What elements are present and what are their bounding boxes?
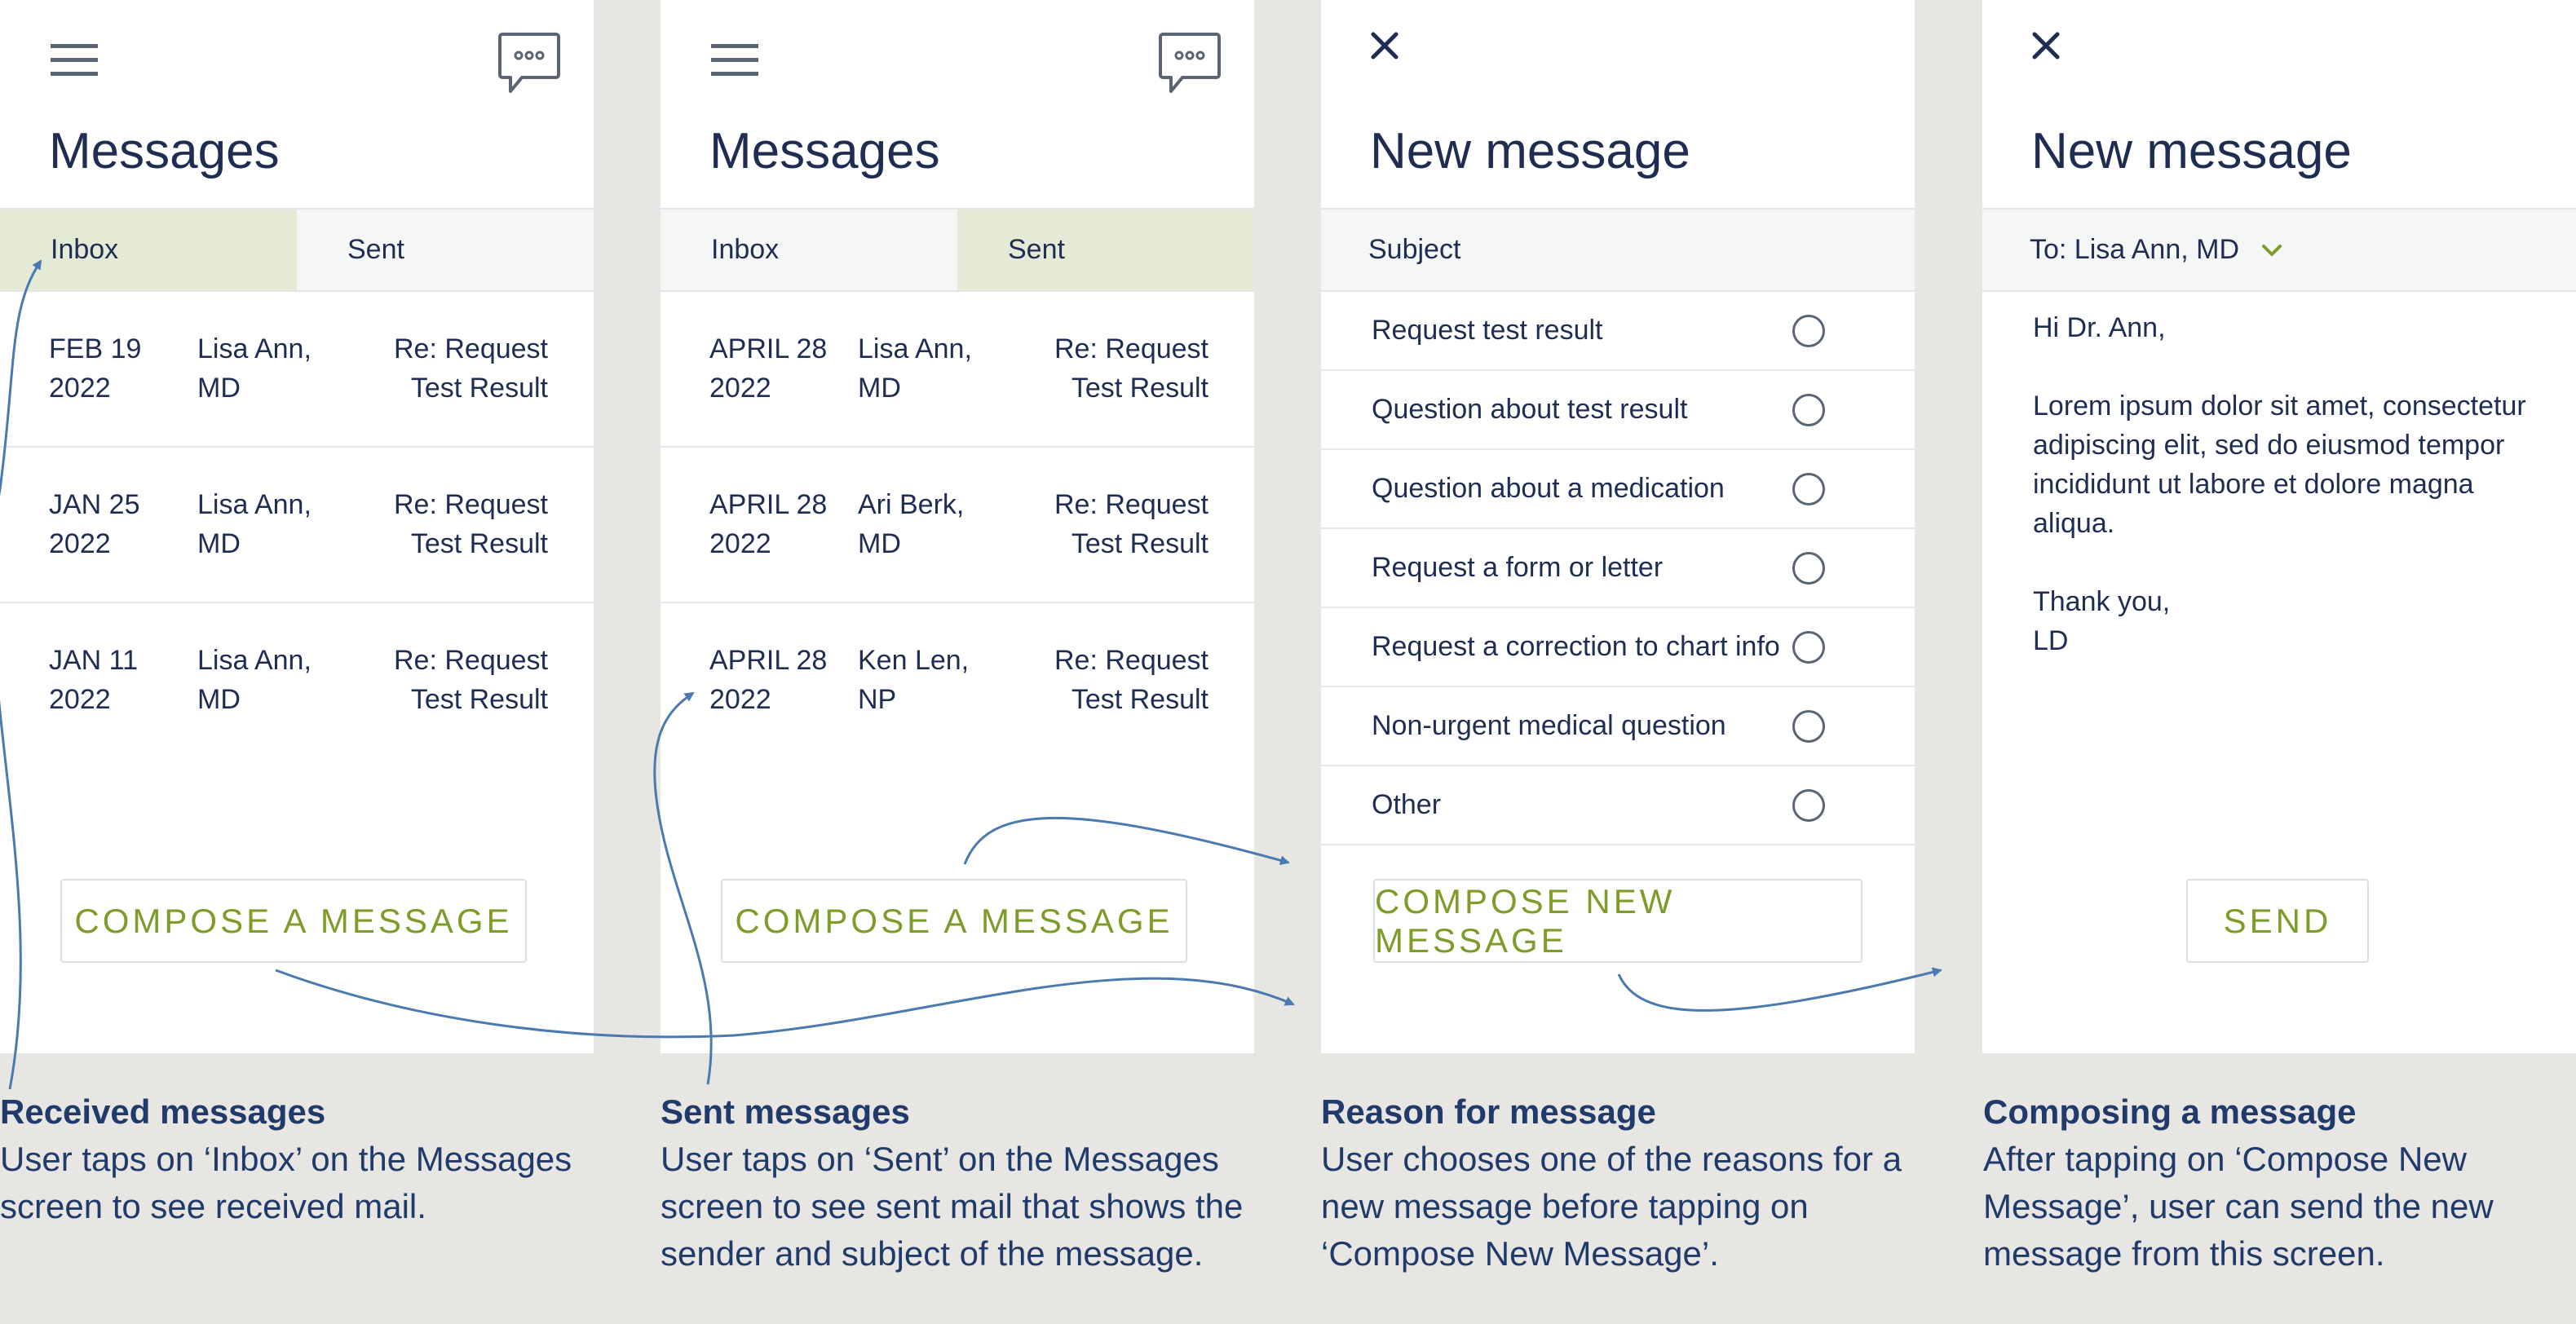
- caption-reason-for-message: Reason for message User chooses one of t…: [1321, 1088, 1908, 1278]
- message-list: FEB 19 2022 Lisa Ann, MD Re: Request Tes…: [0, 292, 594, 759]
- message-subject: Re: Request Test Result: [394, 489, 548, 559]
- hamburger-menu-icon[interactable]: [711, 41, 758, 80]
- message-date: APRIL 28 2022: [709, 333, 828, 404]
- message-row[interactable]: JAN 25 2022 Lisa Ann, MD Re: Request Tes…: [0, 448, 594, 603]
- page-title: New message: [1370, 123, 1690, 179]
- reason-option[interactable]: Other: [1321, 766, 1915, 845]
- tab-inbox[interactable]: Inbox: [0, 210, 297, 290]
- caption-text: User taps on ‘Sent’ on the Messages scre…: [661, 1140, 1244, 1273]
- screen-sent: Messages Inbox Sent APRIL 28 2022 Lisa A…: [661, 0, 1254, 1053]
- subject-header: Subject: [1321, 208, 1915, 292]
- message-subject: Re: Request Test Result: [1054, 333, 1208, 404]
- top-bar: Messages: [661, 0, 1254, 204]
- reason-label: Other: [1372, 789, 1442, 820]
- message-subject: Re: Request Test Result: [394, 333, 548, 404]
- reason-label: Request test result: [1372, 315, 1603, 346]
- compose-new-message-button[interactable]: COMPOSE NEW MESSAGE: [1373, 879, 1862, 963]
- message-date: APRIL 28 2022: [709, 645, 828, 715]
- radio-icon[interactable]: [1792, 473, 1825, 505]
- page-title: Messages: [709, 123, 940, 179]
- close-icon[interactable]: [1368, 29, 1401, 62]
- screen-inbox: Messages Inbox Sent FEB 19 2022 Lisa Ann…: [0, 0, 594, 1053]
- radio-icon[interactable]: [1792, 710, 1825, 743]
- message-date: APRIL 28 2022: [709, 489, 828, 559]
- tab-sent[interactable]: Sent: [297, 210, 594, 290]
- message-tabs: Inbox Sent: [661, 208, 1254, 292]
- message-recipient: Ari Berk, MD: [858, 489, 965, 559]
- caption-received-messages: Received messages User taps on ‘Inbox’ o…: [0, 1088, 587, 1230]
- message-recipient: Lisa Ann, MD: [858, 333, 972, 404]
- top-bar: New message: [1321, 0, 1915, 204]
- chevron-down-icon[interactable]: [2260, 242, 2283, 258]
- top-bar: New message: [1982, 0, 2576, 204]
- reason-label: Non-urgent medical question: [1372, 710, 1726, 741]
- message-date: FEB 19 2022: [49, 333, 142, 404]
- message-row[interactable]: FEB 19 2022 Lisa Ann, MD Re: Request Tes…: [0, 292, 594, 448]
- page-title: New message: [2031, 123, 2352, 179]
- top-bar: Messages: [0, 0, 594, 204]
- caption-sent-messages: Sent messages User taps on ‘Sent’ on the…: [661, 1088, 1248, 1278]
- message-recipient: Ken Len, NP: [858, 645, 970, 715]
- reason-option[interactable]: Question about test result: [1321, 371, 1915, 450]
- reason-option[interactable]: Request test result: [1321, 292, 1915, 371]
- message-date: JAN 11 2022: [49, 645, 138, 715]
- radio-icon[interactable]: [1792, 394, 1825, 426]
- recipient-selector[interactable]: To: Lisa Ann, MD: [1982, 208, 2576, 292]
- radio-icon[interactable]: [1792, 631, 1825, 664]
- caption-title: Reason for message: [1321, 1092, 1656, 1131]
- message-sender: Lisa Ann, MD: [197, 645, 312, 715]
- caption-text: User chooses one of the reasons for a ne…: [1321, 1140, 1902, 1273]
- send-button[interactable]: SEND: [2186, 879, 2369, 963]
- chat-bubble-icon[interactable]: [497, 31, 561, 96]
- compose-message-button[interactable]: COMPOSE A MESSAGE: [721, 879, 1187, 963]
- tab-inbox[interactable]: Inbox: [661, 210, 957, 290]
- reason-list: Request test result Question about test …: [1321, 292, 1915, 845]
- hamburger-menu-icon[interactable]: [51, 41, 98, 80]
- message-date: JAN 25 2022: [49, 489, 140, 559]
- reason-option[interactable]: Request a form or letter: [1321, 529, 1915, 608]
- radio-icon[interactable]: [1792, 789, 1825, 822]
- chat-bubble-icon[interactable]: [1158, 31, 1222, 96]
- reason-label: Request a correction to chart info: [1372, 631, 1780, 662]
- caption-title: Composing a message: [1983, 1092, 2357, 1131]
- close-icon[interactable]: [2030, 29, 2062, 62]
- caption-title: Sent messages: [661, 1092, 910, 1131]
- caption-text: After tapping on ‘Compose New Message’, …: [1983, 1140, 2494, 1273]
- caption-text: User taps on ‘Inbox’ on the Messages scr…: [0, 1140, 572, 1225]
- caption-title: Received messages: [0, 1092, 326, 1131]
- recipient-label: To: Lisa Ann, MD: [2030, 234, 2240, 265]
- reason-label: Question about a medication: [1372, 473, 1725, 504]
- reason-option[interactable]: Question about a medication: [1321, 450, 1915, 529]
- tab-sent[interactable]: Sent: [957, 210, 1254, 290]
- compose-message-button[interactable]: COMPOSE A MESSAGE: [60, 879, 527, 963]
- message-body[interactable]: Hi Dr. Ann, Lorem ipsum dolor sit amet, …: [2033, 308, 2530, 660]
- reason-option[interactable]: Non-urgent medical question: [1321, 687, 1915, 766]
- screen-compose: New message To: Lisa Ann, MD Hi Dr. Ann,…: [1982, 0, 2576, 1053]
- message-subject: Re: Request Test Result: [1054, 645, 1208, 715]
- message-row[interactable]: APRIL 28 2022 Ari Berk, MD Re: Request T…: [661, 448, 1254, 603]
- message-subject: Re: Request Test Result: [1054, 489, 1208, 559]
- message-tabs: Inbox Sent: [0, 208, 594, 292]
- message-row[interactable]: APRIL 28 2022 Lisa Ann, MD Re: Request T…: [661, 292, 1254, 448]
- reason-label: Question about test result: [1372, 394, 1688, 425]
- message-row[interactable]: APRIL 28 2022 Ken Len, NP Re: Request Te…: [661, 603, 1254, 759]
- message-sender: Lisa Ann, MD: [197, 333, 312, 404]
- message-row[interactable]: JAN 11 2022 Lisa Ann, MD Re: Request Tes…: [0, 603, 594, 759]
- message-list: APRIL 28 2022 Lisa Ann, MD Re: Request T…: [661, 292, 1254, 759]
- radio-icon[interactable]: [1792, 552, 1825, 585]
- reason-label: Request a form or letter: [1372, 552, 1664, 583]
- caption-composing-message: Composing a message After tapping on ‘Co…: [1983, 1088, 2570, 1278]
- radio-icon[interactable]: [1792, 315, 1825, 347]
- screen-new-message-reason: New message Subject Request test result …: [1321, 0, 1915, 1053]
- message-subject: Re: Request Test Result: [394, 645, 548, 715]
- reason-option[interactable]: Request a correction to chart info: [1321, 608, 1915, 687]
- page-title: Messages: [49, 123, 280, 179]
- message-sender: Lisa Ann, MD: [197, 489, 312, 559]
